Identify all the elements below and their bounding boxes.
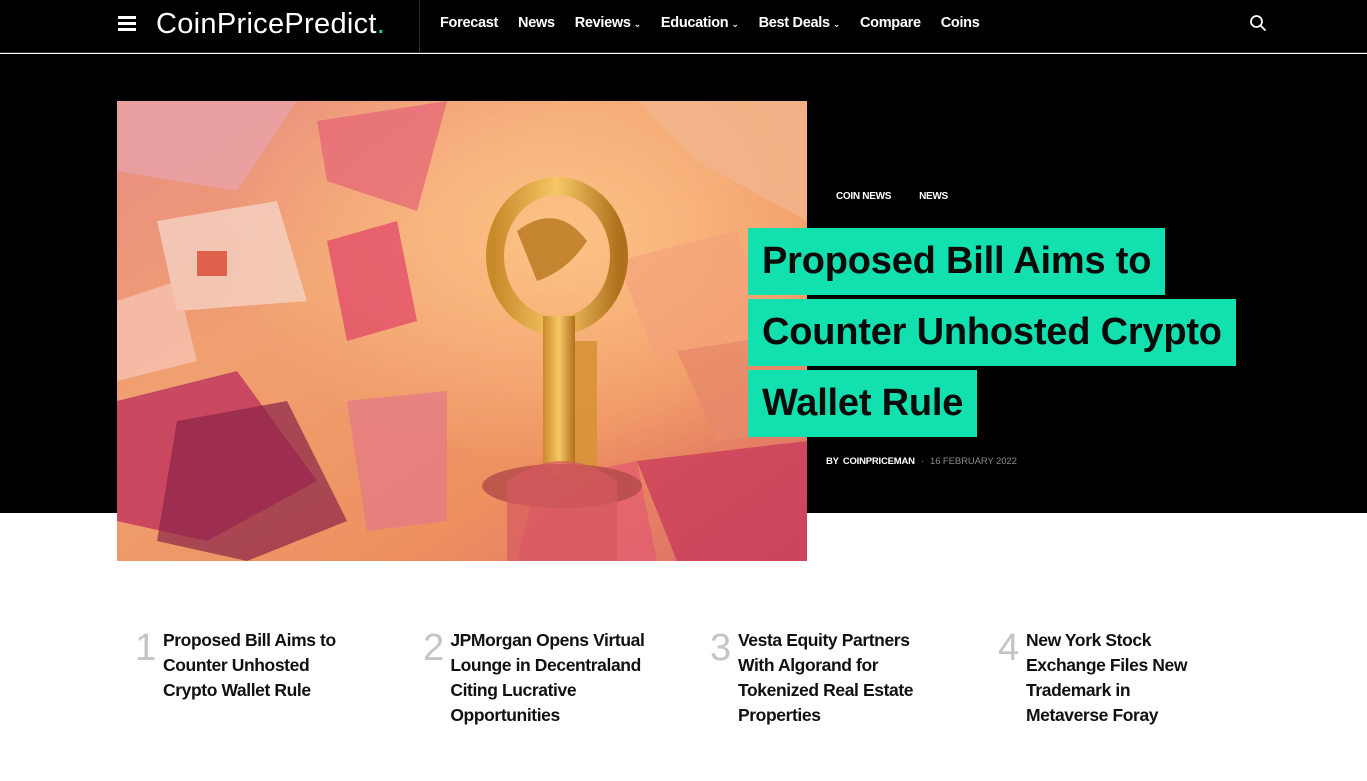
nav-item-news[interactable]: News [518, 15, 555, 31]
nav-item-coins[interactable]: Coins [941, 15, 980, 31]
headline-line[interactable]: Wallet Rule [748, 370, 978, 437]
publish-date: 16 FEBRUARY 2022 [930, 456, 1017, 467]
byline-separator: · [920, 456, 925, 467]
search-icon[interactable] [1249, 14, 1267, 32]
nav-label: Best Deals [758, 15, 830, 31]
nav-label: Reviews [574, 15, 631, 31]
trending-item-4[interactable]: 4 New York Stock Exchange Files New Trad… [980, 628, 1240, 728]
trending-title[interactable]: Vesta Equity Partners With Algorand for … [738, 628, 948, 728]
headline-line[interactable]: Proposed Bill Aims to [748, 228, 1166, 295]
chevron-down-icon: ⌄ [633, 18, 642, 29]
chevron-down-icon: ⌄ [832, 18, 841, 29]
hero-featured-image[interactable] [117, 101, 807, 561]
nav-label: News [518, 15, 555, 31]
nav-label: Education [660, 15, 729, 31]
trending-title[interactable]: New York Stock Exchange Files New Tradem… [1026, 628, 1216, 728]
site-logo[interactable]: CoinPricePredict . [156, 8, 385, 42]
trending-item-2[interactable]: 2 JPMorgan Opens Virtual Lounge in Decen… [405, 628, 665, 728]
chevron-down-icon: ⌄ [731, 18, 739, 29]
author-link[interactable]: COINPRICEMAN [843, 456, 915, 467]
trending-number: 4 [998, 627, 1020, 669]
logo-dot: . [376, 8, 385, 40]
nav-item-education[interactable]: Education ⌄ [661, 15, 739, 31]
nav-item-best-deals[interactable]: Best Deals ⌄ [758, 15, 841, 31]
category-news[interactable]: NEWS [919, 191, 948, 202]
nav-item-forecast[interactable]: Forecast [440, 15, 498, 31]
trending-number: 2 [423, 627, 445, 669]
nav-label: Forecast [440, 15, 499, 31]
main-nav: Forecast News Reviews ⌄ Education ⌄ Best… [440, 0, 1000, 46]
nav-label: Coins [940, 15, 980, 31]
nav-divider [419, 0, 420, 53]
trending-number: 1 [135, 627, 157, 669]
trending-number: 3 [710, 627, 732, 669]
hero-headline[interactable]: Proposed Bill Aims to Counter Unhosted C… [748, 228, 1308, 441]
by-label: BY [826, 456, 839, 467]
hero-categories: COIN NEWS NEWS [836, 191, 948, 202]
trending-item-1[interactable]: 1 Proposed Bill Aims to Counter Unhosted… [117, 628, 377, 703]
trending-title[interactable]: JPMorgan Opens Virtual Lounge in Decentr… [450, 628, 665, 728]
hero-byline: BY COINPRICEMAN · 16 FEBRUARY 2022 [826, 456, 1017, 467]
nav-item-reviews[interactable]: Reviews ⌄ [575, 15, 641, 31]
nav-item-compare[interactable]: Compare [860, 15, 921, 31]
nav-label: Compare [859, 15, 921, 31]
category-coin-news[interactable]: COIN NEWS [836, 191, 891, 202]
headline-line[interactable]: Counter Unhosted Crypto [748, 299, 1236, 366]
trending-item-3[interactable]: 3 Vesta Equity Partners With Algorand fo… [692, 628, 952, 728]
top-navigation-bar: CoinPricePredict . Forecast News Reviews… [0, 0, 1367, 53]
logo-text: CoinPricePredict [156, 8, 377, 40]
hamburger-menu-icon[interactable] [118, 16, 136, 32]
trending-title[interactable]: Proposed Bill Aims to Counter Unhosted C… [163, 628, 363, 703]
